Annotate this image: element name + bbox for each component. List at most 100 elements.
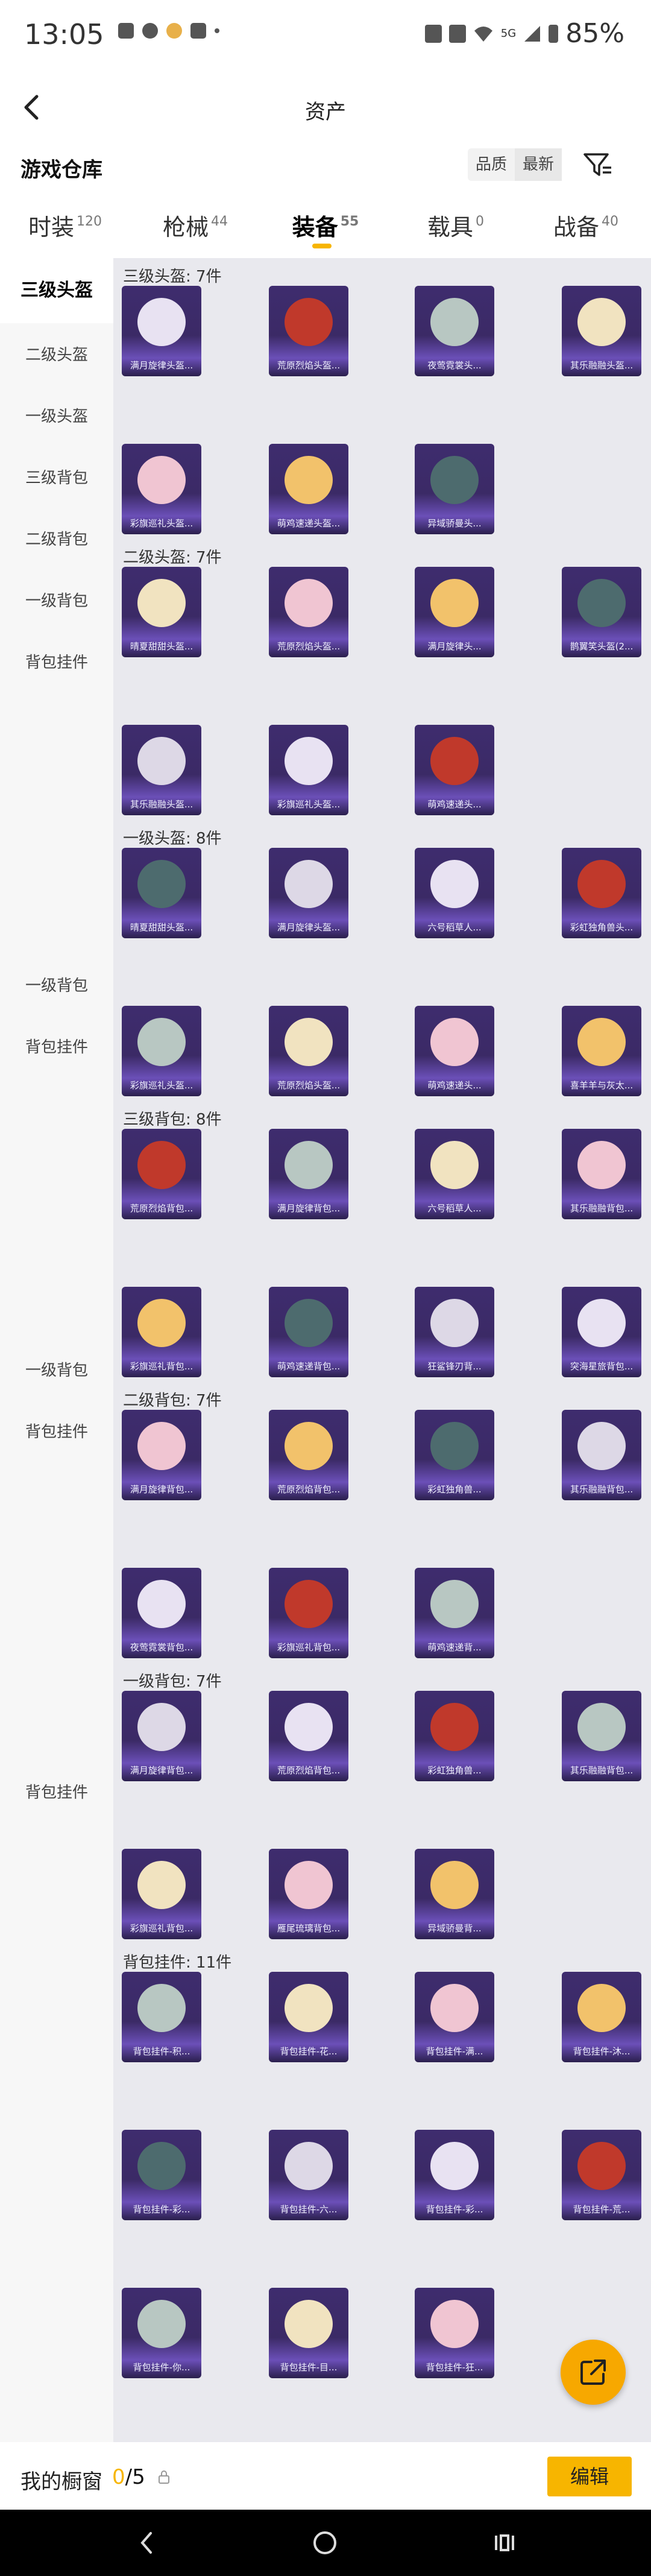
item-card[interactable]: 背包挂件-狂... xyxy=(415,2288,494,2378)
item-card[interactable]: 其乐融融头盔... xyxy=(562,286,641,376)
item-card[interactable]: 雁尾琉璃背包... xyxy=(269,1849,348,1939)
chat-icon xyxy=(142,23,158,39)
item-card[interactable]: 萌鸡速递头盔... xyxy=(269,444,348,534)
nav-back-button[interactable] xyxy=(131,2528,162,2558)
item-image xyxy=(285,456,333,504)
item-card[interactable]: 喜羊羊与灰太... xyxy=(562,1006,641,1096)
item-card[interactable]: 其乐融融头盔... xyxy=(122,725,201,815)
item-card[interactable]: 背包挂件-满... xyxy=(415,1972,494,2062)
nav-home-button[interactable] xyxy=(310,2528,340,2558)
tab-supplies[interactable]: 战备 40 xyxy=(521,197,651,257)
item-card[interactable]: 彩虹独角兽... xyxy=(415,1410,494,1500)
sidebar-item-level2-helmet[interactable]: 二级头盔 xyxy=(0,343,113,365)
section-title: 背包挂件: 11件 xyxy=(123,1954,232,1972)
item-card[interactable]: 满月旋律背包... xyxy=(122,1410,201,1500)
item-label: 荒原烈焰头盔... xyxy=(277,1080,341,1091)
nav-recents-button[interactable] xyxy=(489,2528,520,2558)
item-card[interactable]: 萌鸡速递背... xyxy=(415,1568,494,1658)
item-card[interactable]: 彩旗巡礼背包... xyxy=(122,1849,201,1939)
sidebar-item-level1-backpack[interactable]: 一级背包 xyxy=(0,973,113,996)
item-card[interactable]: 满月旋律头... xyxy=(415,567,494,657)
section-title: 一级头盔: 8件 xyxy=(123,830,222,848)
tab-guns[interactable]: 枪械 44 xyxy=(130,197,260,257)
item-card[interactable]: 背包挂件-荒... xyxy=(562,2130,641,2220)
mute-icon xyxy=(424,24,442,43)
item-card[interactable]: 鹊翼笑头盔(2... xyxy=(562,567,641,657)
item-card[interactable]: 背包挂件-彩... xyxy=(122,2130,201,2220)
item-card[interactable]: 荒原烈焰背包... xyxy=(122,1129,201,1219)
item-card[interactable]: 彩旗巡礼头盔... xyxy=(269,725,348,815)
showcase-count: 0/5 xyxy=(112,2465,145,2489)
item-card[interactable]: 彩旗巡礼背包... xyxy=(269,1568,348,1658)
item-card[interactable]: 异域骄曼背... xyxy=(415,1849,494,1939)
sidebar-item-level1-backpack[interactable]: 一级背包 xyxy=(0,1358,113,1380)
item-card[interactable]: 夜莺霓裳头... xyxy=(415,286,494,376)
item-card[interactable]: 异域骄曼头... xyxy=(415,444,494,534)
item-image xyxy=(285,2142,333,2190)
sidebar-item-level3-helmet[interactable]: 三级头盔 xyxy=(0,258,113,323)
item-card[interactable]: 狂鲨锋刃背... xyxy=(415,1287,494,1377)
item-card[interactable]: 晴夏甜甜头盔... xyxy=(122,848,201,938)
sidebar-item-backpack-charm[interactable]: 背包挂件 xyxy=(0,1035,113,1057)
item-card[interactable]: 萌鸡速递头... xyxy=(415,1006,494,1096)
lock-icon xyxy=(159,2470,169,2484)
item-card[interactable]: 彩虹独角兽... xyxy=(415,1691,494,1781)
item-card[interactable]: 萌鸡速递背包... xyxy=(269,1287,348,1377)
sidebar-item-level1-helmet[interactable]: 一级头盔 xyxy=(0,404,113,426)
item-card[interactable]: 荒原烈焰背包... xyxy=(269,1410,348,1500)
item-label: 背包挂件-彩... xyxy=(133,2204,190,2215)
item-card[interactable]: 突海星旅背包... xyxy=(562,1287,641,1377)
edit-button[interactable]: 编辑 xyxy=(547,2457,632,2496)
item-card[interactable]: 夜莺霓裳背包... xyxy=(122,1568,201,1658)
item-card[interactable]: 其乐融融背包... xyxy=(562,1691,641,1781)
item-card[interactable]: 彩旗巡礼头盔... xyxy=(122,1006,201,1096)
item-card[interactable]: 六号稻草人... xyxy=(415,1129,494,1219)
item-card[interactable]: 其乐融融背包... xyxy=(562,1410,641,1500)
item-card[interactable]: 背包挂件-彩... xyxy=(415,2130,494,2220)
item-card[interactable]: 背包挂件-花... xyxy=(269,1972,348,2062)
item-card[interactable]: 彩虹独角兽头... xyxy=(562,848,641,938)
item-card[interactable]: 满月旋律背包... xyxy=(269,1129,348,1219)
item-card[interactable]: 彩旗巡礼头盔... xyxy=(122,444,201,534)
item-card[interactable]: 晴夏甜甜头盔... xyxy=(122,567,201,657)
item-card[interactable]: 背包挂件-积... xyxy=(122,1972,201,2062)
item-label: 萌鸡速递背... xyxy=(427,1642,482,1653)
item-card[interactable]: 背包挂件-目... xyxy=(269,2288,348,2378)
sort-latest[interactable]: 最新 xyxy=(515,148,562,181)
item-image xyxy=(137,860,186,908)
item-label: 荒原烈焰头盔... xyxy=(277,641,341,652)
sidebar-item-level2-backpack[interactable]: 二级背包 xyxy=(0,527,113,549)
share-button[interactable] xyxy=(561,2340,626,2405)
warehouse-title: 游戏仓库 xyxy=(20,158,102,182)
item-card[interactable]: 萌鸡速递头... xyxy=(415,725,494,815)
item-card[interactable]: 荒原烈焰头盔... xyxy=(269,567,348,657)
item-card[interactable]: 荒原烈焰头盔... xyxy=(269,286,348,376)
item-card[interactable]: 背包挂件-你... xyxy=(122,2288,201,2378)
tab-vehicles[interactable]: 载具 0 xyxy=(391,197,521,257)
item-card[interactable]: 六号稻草人... xyxy=(415,848,494,938)
item-label: 萌鸡速递背包... xyxy=(277,1361,341,1372)
item-card[interactable]: 荒原烈焰头盔... xyxy=(269,1006,348,1096)
item-card[interactable]: 其乐融融背包... xyxy=(562,1129,641,1219)
item-card[interactable]: 满月旋律头盔... xyxy=(269,848,348,938)
item-card[interactable]: 满月旋律头盔... xyxy=(122,286,201,376)
item-label: 彩旗巡礼背包... xyxy=(130,1923,193,1934)
sidebar-item-level1-backpack[interactable]: 一级背包 xyxy=(0,589,113,611)
filter-button[interactable] xyxy=(581,150,615,181)
sidebar-item-backpack-charm[interactable]: 背包挂件 xyxy=(0,1780,113,1802)
item-card[interactable]: 背包挂件-沐... xyxy=(562,1972,641,2062)
item-card[interactable]: 背包挂件-六... xyxy=(269,2130,348,2220)
sidebar-item-backpack-charm[interactable]: 背包挂件 xyxy=(0,650,113,672)
showcase-current: 0 xyxy=(112,2465,125,2489)
sort-quality[interactable]: 品质 xyxy=(468,148,515,181)
section-title: 二级背包: 7件 xyxy=(123,1392,222,1410)
tab-count: 55 xyxy=(340,214,359,229)
tab-equipment[interactable]: 装备 55 xyxy=(260,197,391,257)
item-card[interactable]: 满月旋律背包... xyxy=(122,1691,201,1781)
item-card[interactable]: 荒原烈焰背包... xyxy=(269,1691,348,1781)
tab-fashion[interactable]: 时装 120 xyxy=(0,197,130,257)
sidebar-item-level3-backpack[interactable]: 三级背包 xyxy=(0,466,113,488)
item-card[interactable]: 彩旗巡礼背包... xyxy=(122,1287,201,1377)
item-image xyxy=(285,1861,333,1909)
sidebar-item-backpack-charm[interactable]: 背包挂件 xyxy=(0,1419,113,1442)
